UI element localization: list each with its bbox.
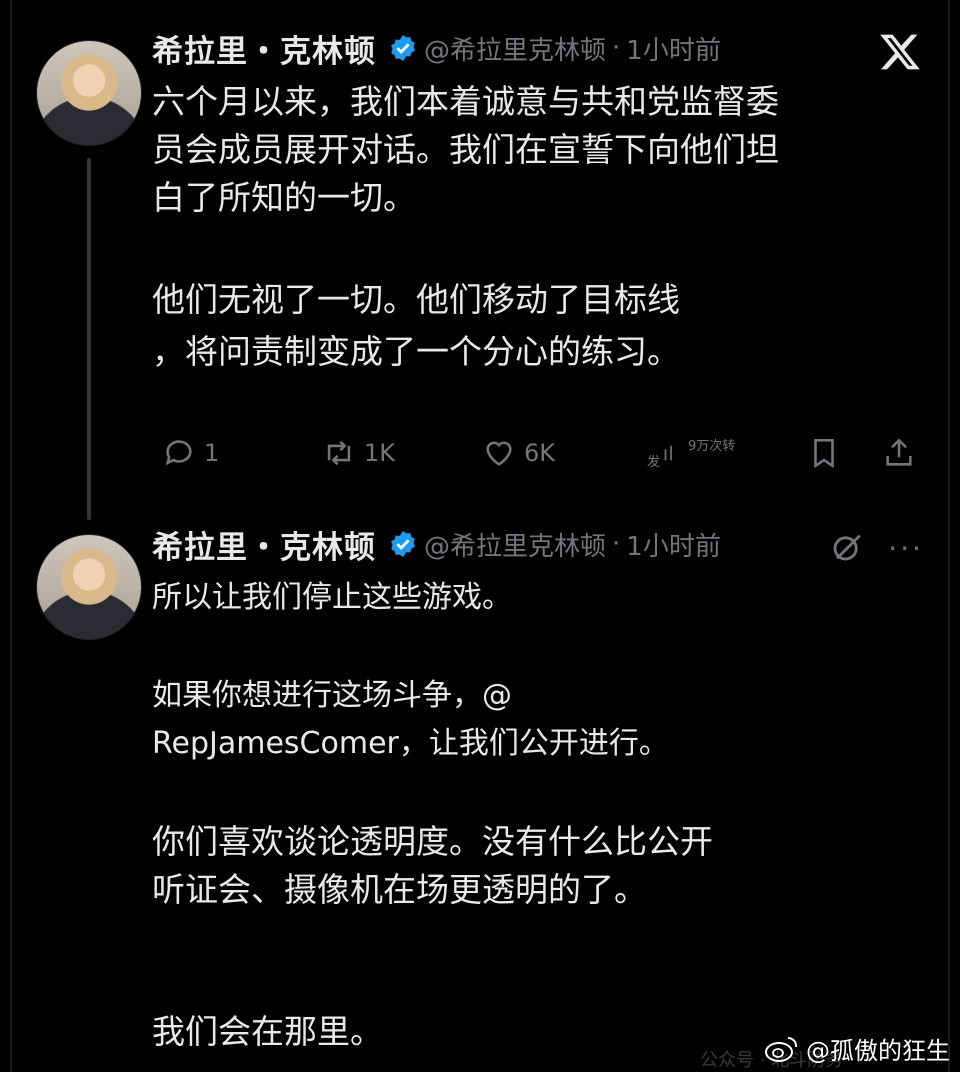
weibo-logo-icon <box>765 1036 798 1062</box>
avatar[interactable] <box>36 40 142 146</box>
like-count: 6K <box>524 439 556 467</box>
tweet-text-line: 六个月以来，我们本着诚意与共和党监督委 <box>152 82 779 121</box>
share-icon <box>886 438 912 466</box>
x-logo-icon[interactable] <box>878 30 922 74</box>
views-button[interactable]: 发 9万次转 <box>647 428 735 478</box>
mention-link[interactable]: RepJamesComer，让我们公开进行。 <box>152 722 669 766</box>
frame-edge-left <box>10 0 12 1072</box>
reply-icon <box>165 440 192 466</box>
share-button[interactable] <box>882 428 916 478</box>
tweet-text-line: 所以让我们停止这些游戏。 <box>152 580 512 615</box>
retweet-icon <box>327 440 351 466</box>
weibo-watermark: @孤傲的狂生 <box>764 1031 950 1066</box>
tweet-text-line: 听证会、摄像机在场更透明的了。 <box>152 870 647 909</box>
author-name[interactable]: 希拉里・克林顿 <box>152 522 376 567</box>
thread-connector <box>87 158 91 520</box>
tweet-header: 希拉里・克林顿 @希拉里克林顿 · 1小时前 <box>152 522 721 567</box>
separator-dot: · <box>612 33 621 63</box>
views-icon <box>664 445 672 461</box>
tweet-text-line: 员会成员展开对话。我们在宣誓下向他们坦 <box>152 130 779 169</box>
tweet-actions: 1 1K 6K 发 9万次转 <box>152 428 932 478</box>
retweet-button[interactable]: 1K <box>322 428 395 478</box>
tweet-text-line: 如果你想进行这场斗争，@ <box>152 678 512 713</box>
watermark-text: @孤傲的狂生 <box>806 1037 950 1065</box>
retweet-count: 1K <box>364 439 396 467</box>
timestamp[interactable]: 1小时前 <box>626 526 721 563</box>
views-prefix: 发 <box>647 454 661 470</box>
views-count: 9万次转 <box>688 438 736 454</box>
tweet-text-line: 你们喜欢谈论透明度。没有什么比公开 <box>152 822 713 861</box>
author-handle[interactable]: @希拉里克林顿 <box>424 30 606 67</box>
reply-button[interactable]: 1 <box>162 428 219 478</box>
bookmark-icon <box>814 438 834 469</box>
grok-icon[interactable] <box>830 530 864 564</box>
timestamp[interactable]: 1小时前 <box>626 30 721 67</box>
verified-badge-icon <box>391 530 415 558</box>
tweet-text-line: 他们无视了一切。他们移动了目标线 <box>152 280 680 319</box>
author-handle[interactable]: @希拉里克林顿 <box>424 526 606 563</box>
separator-dot: · <box>612 529 621 559</box>
tweet-text-line: 白了所知的一切。 <box>152 178 416 217</box>
tweet-header: 希拉里・克林顿 @希拉里克林顿 · 1小时前 <box>152 26 721 71</box>
more-icon[interactable]: ··· <box>888 532 924 565</box>
verified-badge-icon <box>391 34 415 62</box>
tweet-text-line: ，将问责制变成了一个分心的练习。 <box>152 332 680 371</box>
reply-count: 1 <box>204 439 220 467</box>
bookmark-button[interactable] <box>807 428 841 478</box>
author-name[interactable]: 希拉里・克林顿 <box>152 26 376 71</box>
like-button[interactable]: 6K <box>482 428 555 478</box>
avatar[interactable] <box>36 534 142 640</box>
like-icon <box>486 441 512 466</box>
tweet-text-line: 我们会在那里。 <box>152 1012 383 1051</box>
frame-edge-right <box>948 0 950 1072</box>
